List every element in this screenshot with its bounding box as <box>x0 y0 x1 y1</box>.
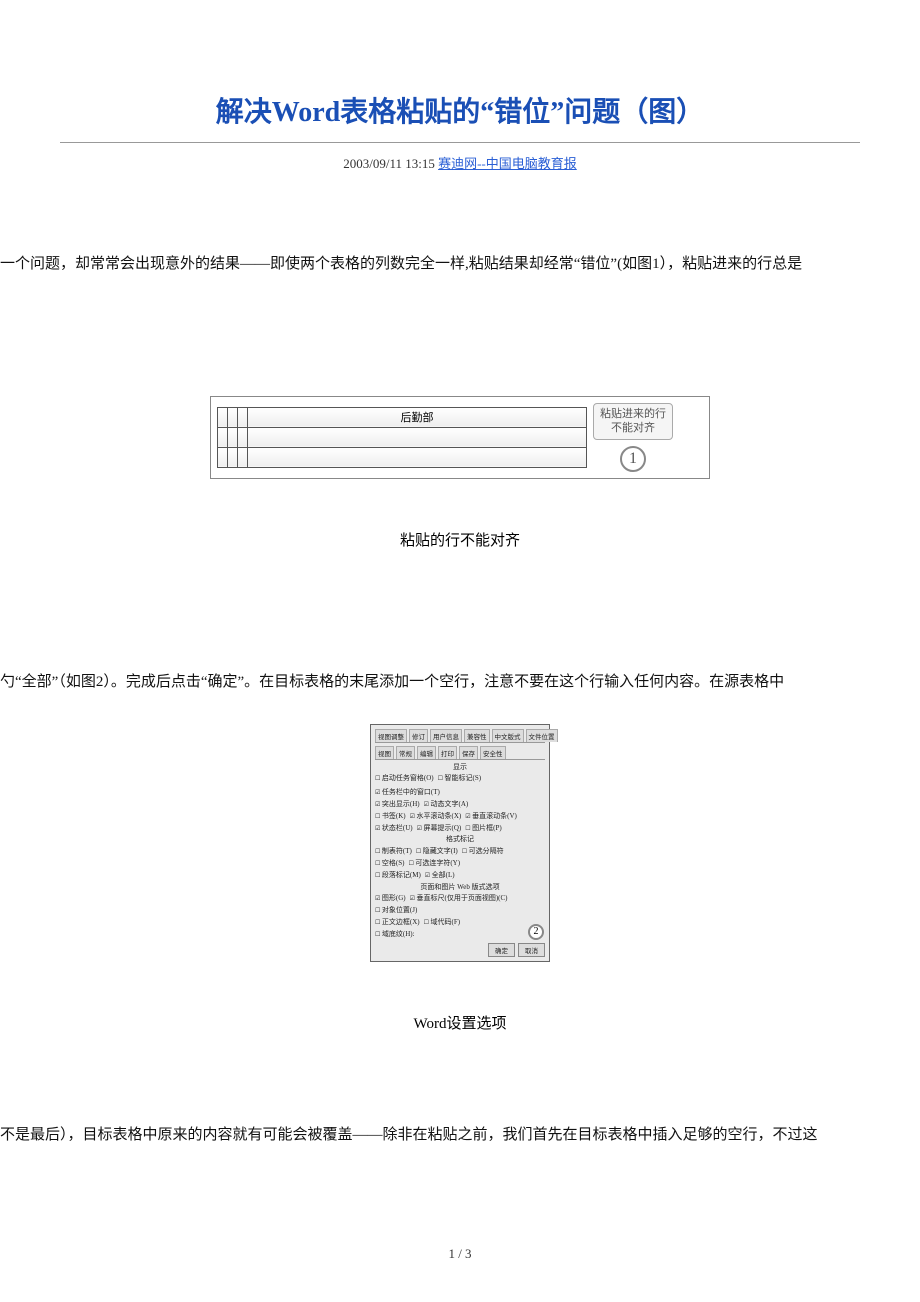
section-layout-label: 页面和图片 Web 版式选项 <box>375 883 545 893</box>
checkbox-option[interactable]: 可选连字符(Y) <box>408 859 460 869</box>
tab[interactable]: 打印 <box>438 746 457 759</box>
checkbox-option[interactable]: 屏幕提示(Q) <box>417 824 462 834</box>
checkbox-option[interactable]: 动态文字(A) <box>424 800 469 810</box>
section-show-label: 显示 <box>375 763 545 773</box>
table-row: 后勤部 <box>218 407 587 427</box>
figure-1: 后勤部 粘贴进来的行 不能对齐 1 粘贴的行不能对齐 <box>210 396 710 550</box>
checkbox-option[interactable]: 任务栏中的窗口(T) <box>375 788 440 798</box>
callout-line-2: 不能对齐 <box>600 421 666 435</box>
options-dialog: 视图调整 修订 用户信息 兼容性 中文版式 文件位置 视图 常规 编辑 打印 保… <box>370 724 550 962</box>
checkbox-option[interactable]: 域代码(F) <box>424 918 460 928</box>
ok-button[interactable]: 确定 <box>488 943 515 957</box>
checkbox-option[interactable]: 状态栏(U) <box>375 824 413 834</box>
callout-line-1: 粘贴进来的行 <box>600 407 666 421</box>
title-divider <box>60 142 860 143</box>
article-title: 解决Word表格粘贴的“错位”问题（图） <box>0 90 920 130</box>
tab[interactable]: 兼容性 <box>464 729 490 742</box>
figure-1-callout: 粘贴进来的行 不能对齐 1 <box>593 403 673 472</box>
tab[interactable]: 中文版式 <box>492 729 524 742</box>
checkbox-option[interactable]: 全部(L) <box>425 871 455 881</box>
checkbox-option[interactable]: 图形(G) <box>375 894 406 904</box>
checkbox-option[interactable]: 段落标记(M) <box>375 871 421 881</box>
dialog-tabs-row-1: 视图调整 修订 用户信息 兼容性 中文版式 文件位置 <box>375 729 545 743</box>
tab[interactable]: 常规 <box>396 746 415 759</box>
checkbox-option[interactable]: 制表符(T) <box>375 847 412 857</box>
checkbox-option[interactable]: 隐藏文字(I) <box>416 847 458 857</box>
source-link[interactable]: 赛迪网--中国电脑教育报 <box>438 156 577 171</box>
dialog-buttons: 确定 取消 <box>375 943 545 957</box>
tab[interactable]: 安全性 <box>480 746 506 759</box>
table-row <box>218 447 587 467</box>
checkbox-option[interactable]: 水平滚动条(X) <box>410 812 462 822</box>
paragraph-2: 勺“全部”（如图2）。完成后点击“确定”。在目标表格的末尾添加一个空行，注意不要… <box>0 670 920 694</box>
checkbox-option[interactable]: 启动任务窗格(O) <box>375 774 434 784</box>
tab[interactable]: 视图 <box>375 746 394 759</box>
checkbox-option[interactable]: 可选分隔符 <box>462 847 504 857</box>
figure-1-badge: 1 <box>620 446 646 472</box>
tab[interactable]: 保存 <box>459 746 478 759</box>
figure-1-box: 后勤部 粘贴进来的行 不能对齐 1 <box>210 396 710 479</box>
page-number: 1 / 3 <box>0 1246 920 1262</box>
cancel-button[interactable]: 取消 <box>518 943 545 957</box>
tab[interactable]: 修订 <box>409 729 428 742</box>
section-format-label: 格式标记 <box>375 835 545 845</box>
header-cell: 后勤部 <box>247 407 586 427</box>
figure-2-badge: 2 <box>528 924 544 940</box>
figure-2-caption: Word设置选项 <box>370 1012 550 1033</box>
paragraph-3: 不是最后），目标表格中原来的内容就有可能会被覆盖——除非在粘贴之前，我们首先在目… <box>0 1123 920 1147</box>
callout-bubble: 粘贴进来的行 不能对齐 <box>593 403 673 440</box>
checkbox-option[interactable]: 图片框(P) <box>465 824 501 834</box>
figure-1-caption: 粘贴的行不能对齐 <box>210 529 710 550</box>
article-meta: 2003/09/11 13:15 赛迪网--中国电脑教育报 <box>0 153 920 172</box>
checkbox-option[interactable]: 智能标记(S) <box>438 774 481 784</box>
dialog-tabs-row-2: 视图 常规 编辑 打印 保存 安全性 <box>375 746 545 760</box>
paragraph-1: 一个问题，却常常会出现意外的结果——即使两个表格的列数完全一样,粘贴结果却经常“… <box>0 252 920 276</box>
checkbox-option[interactable]: 正文边框(X) <box>375 918 420 928</box>
checkbox-option[interactable]: 域底纹(H): <box>375 930 415 940</box>
checkbox-option[interactable]: 书签(K) <box>375 812 406 822</box>
table-row <box>218 427 587 447</box>
checkbox-option[interactable]: 垂直标尺(仅用于页面视图)(C) <box>410 894 508 904</box>
tab[interactable]: 编辑 <box>417 746 436 759</box>
checkbox-option[interactable]: 对象位置(J) <box>375 906 417 916</box>
figure-1-table: 后勤部 <box>217 407 587 468</box>
checkbox-option[interactable]: 垂直滚动条(V) <box>465 812 517 822</box>
tab[interactable]: 文件位置 <box>526 729 558 742</box>
publish-datetime: 2003/09/11 13:15 <box>343 156 435 171</box>
checkbox-option[interactable]: 突出显示(H) <box>375 800 420 810</box>
figure-2: 视图调整 修订 用户信息 兼容性 中文版式 文件位置 视图 常规 编辑 打印 保… <box>370 724 550 1033</box>
tab[interactable]: 视图调整 <box>375 729 407 742</box>
tab[interactable]: 用户信息 <box>430 729 462 742</box>
checkbox-option[interactable]: 空格(S) <box>375 859 404 869</box>
